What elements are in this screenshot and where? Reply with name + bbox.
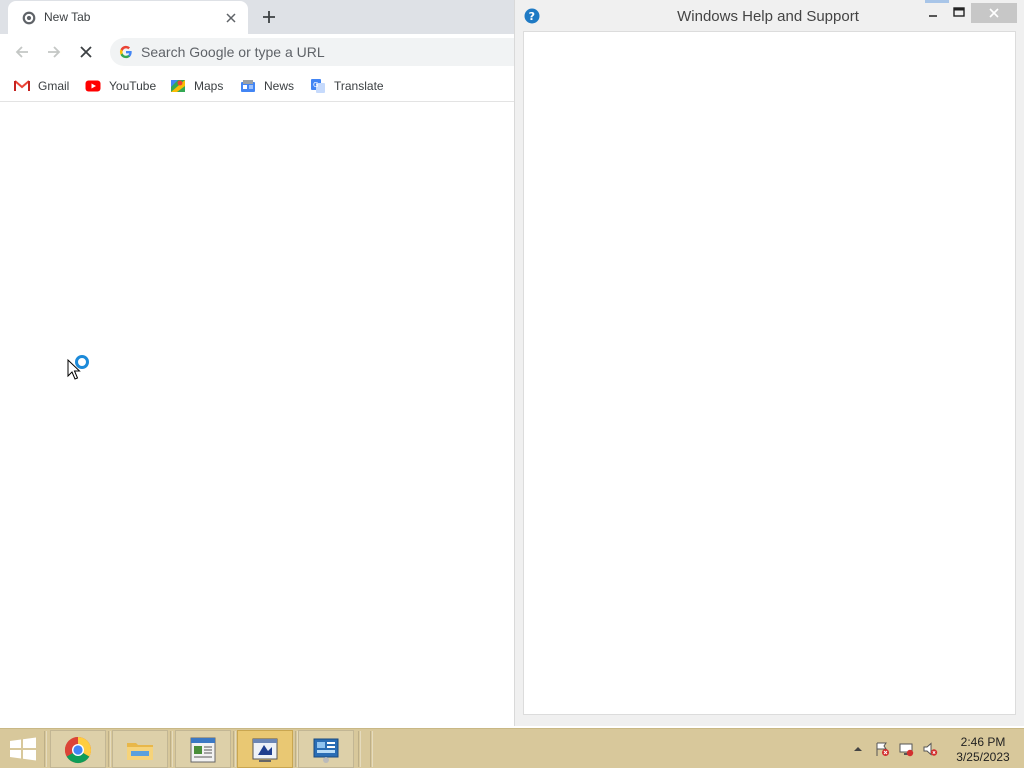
taskbar-separator	[170, 731, 173, 767]
control-panel-icon	[313, 738, 339, 763]
new-tab-button[interactable]	[259, 7, 279, 27]
stop-loading-icon[interactable]	[76, 42, 96, 62]
notepad-icon	[190, 737, 216, 763]
windows-start-icon[interactable]	[6, 735, 40, 763]
taskbar-separator	[358, 731, 361, 767]
taskbar: 2:46 PM 3/25/2023	[0, 728, 1024, 768]
volume-muted-icon[interactable]	[922, 741, 938, 757]
back-arrow-icon[interactable]	[12, 42, 32, 62]
help-content-pane	[523, 31, 1016, 715]
google-g-icon	[119, 45, 132, 59]
folder-icon	[127, 743, 153, 760]
taskbar-app-file-explorer[interactable]	[112, 730, 168, 768]
show-hidden-icons-chevron[interactable]	[850, 741, 866, 757]
taskbar-app-active[interactable]	[237, 730, 293, 768]
help-window: ? Windows Help and Support	[514, 0, 1024, 726]
bookmark-label: Gmail	[38, 79, 70, 93]
bookmark-gmail[interactable]: Gmail	[14, 75, 69, 97]
page-content	[0, 103, 514, 728]
bookmark-label: News	[264, 79, 295, 93]
youtube-icon	[85, 80, 101, 92]
app-window-icon	[252, 738, 278, 762]
taskbar-app-chrome[interactable]	[50, 730, 106, 768]
minimize-icon[interactable]	[921, 3, 945, 23]
bookmark-label: Translate	[334, 79, 384, 93]
news-icon	[241, 80, 255, 92]
taskbar-separator	[44, 731, 47, 767]
translate-icon: G	[311, 79, 325, 93]
chrome-tab-icon	[22, 11, 36, 25]
system-tray: 2:46 PM 3/25/2023	[848, 729, 1024, 768]
tab-title: New Tab	[44, 10, 91, 24]
window-title: Windows Help and Support	[677, 8, 859, 25]
taskbar-app-control-panel[interactable]	[298, 730, 354, 768]
gmail-icon	[14, 80, 30, 91]
clock-date: 3/25/2023	[956, 750, 1010, 764]
taskbar-app-notepad[interactable]	[175, 730, 231, 768]
svg-text:G: G	[313, 81, 318, 89]
busy-cursor-icon	[67, 355, 89, 380]
action-center-flag-icon[interactable]	[874, 741, 890, 757]
tab-new-tab[interactable]: New Tab	[8, 1, 248, 34]
network-icon[interactable]	[898, 741, 914, 757]
close-icon[interactable]	[971, 3, 1017, 23]
maximize-icon[interactable]	[947, 3, 971, 23]
chrome-icon	[64, 736, 92, 764]
help-titlebar[interactable]: ? Windows Help and Support	[515, 0, 1024, 32]
bookmark-label: YouTube	[109, 79, 157, 93]
bookmark-translate[interactable]: G Translate	[310, 75, 384, 97]
clock-time: 2:46 PM	[960, 735, 1006, 749]
bookmark-maps[interactable]: Maps	[170, 75, 223, 97]
taskbar-separator	[108, 731, 111, 767]
taskbar-separator	[233, 731, 236, 767]
taskbar-clock[interactable]: 2:46 PM 3/25/2023	[948, 735, 1018, 765]
omnibox-input[interactable]	[141, 38, 541, 66]
bookmark-label: Maps	[194, 79, 224, 93]
maps-icon	[171, 80, 185, 92]
bookmark-news[interactable]: News	[240, 75, 294, 97]
taskbar-separator	[370, 731, 373, 767]
bookmark-youtube[interactable]: YouTube	[85, 75, 156, 97]
close-icon[interactable]	[222, 9, 240, 27]
forward-arrow-icon[interactable]	[44, 42, 64, 62]
